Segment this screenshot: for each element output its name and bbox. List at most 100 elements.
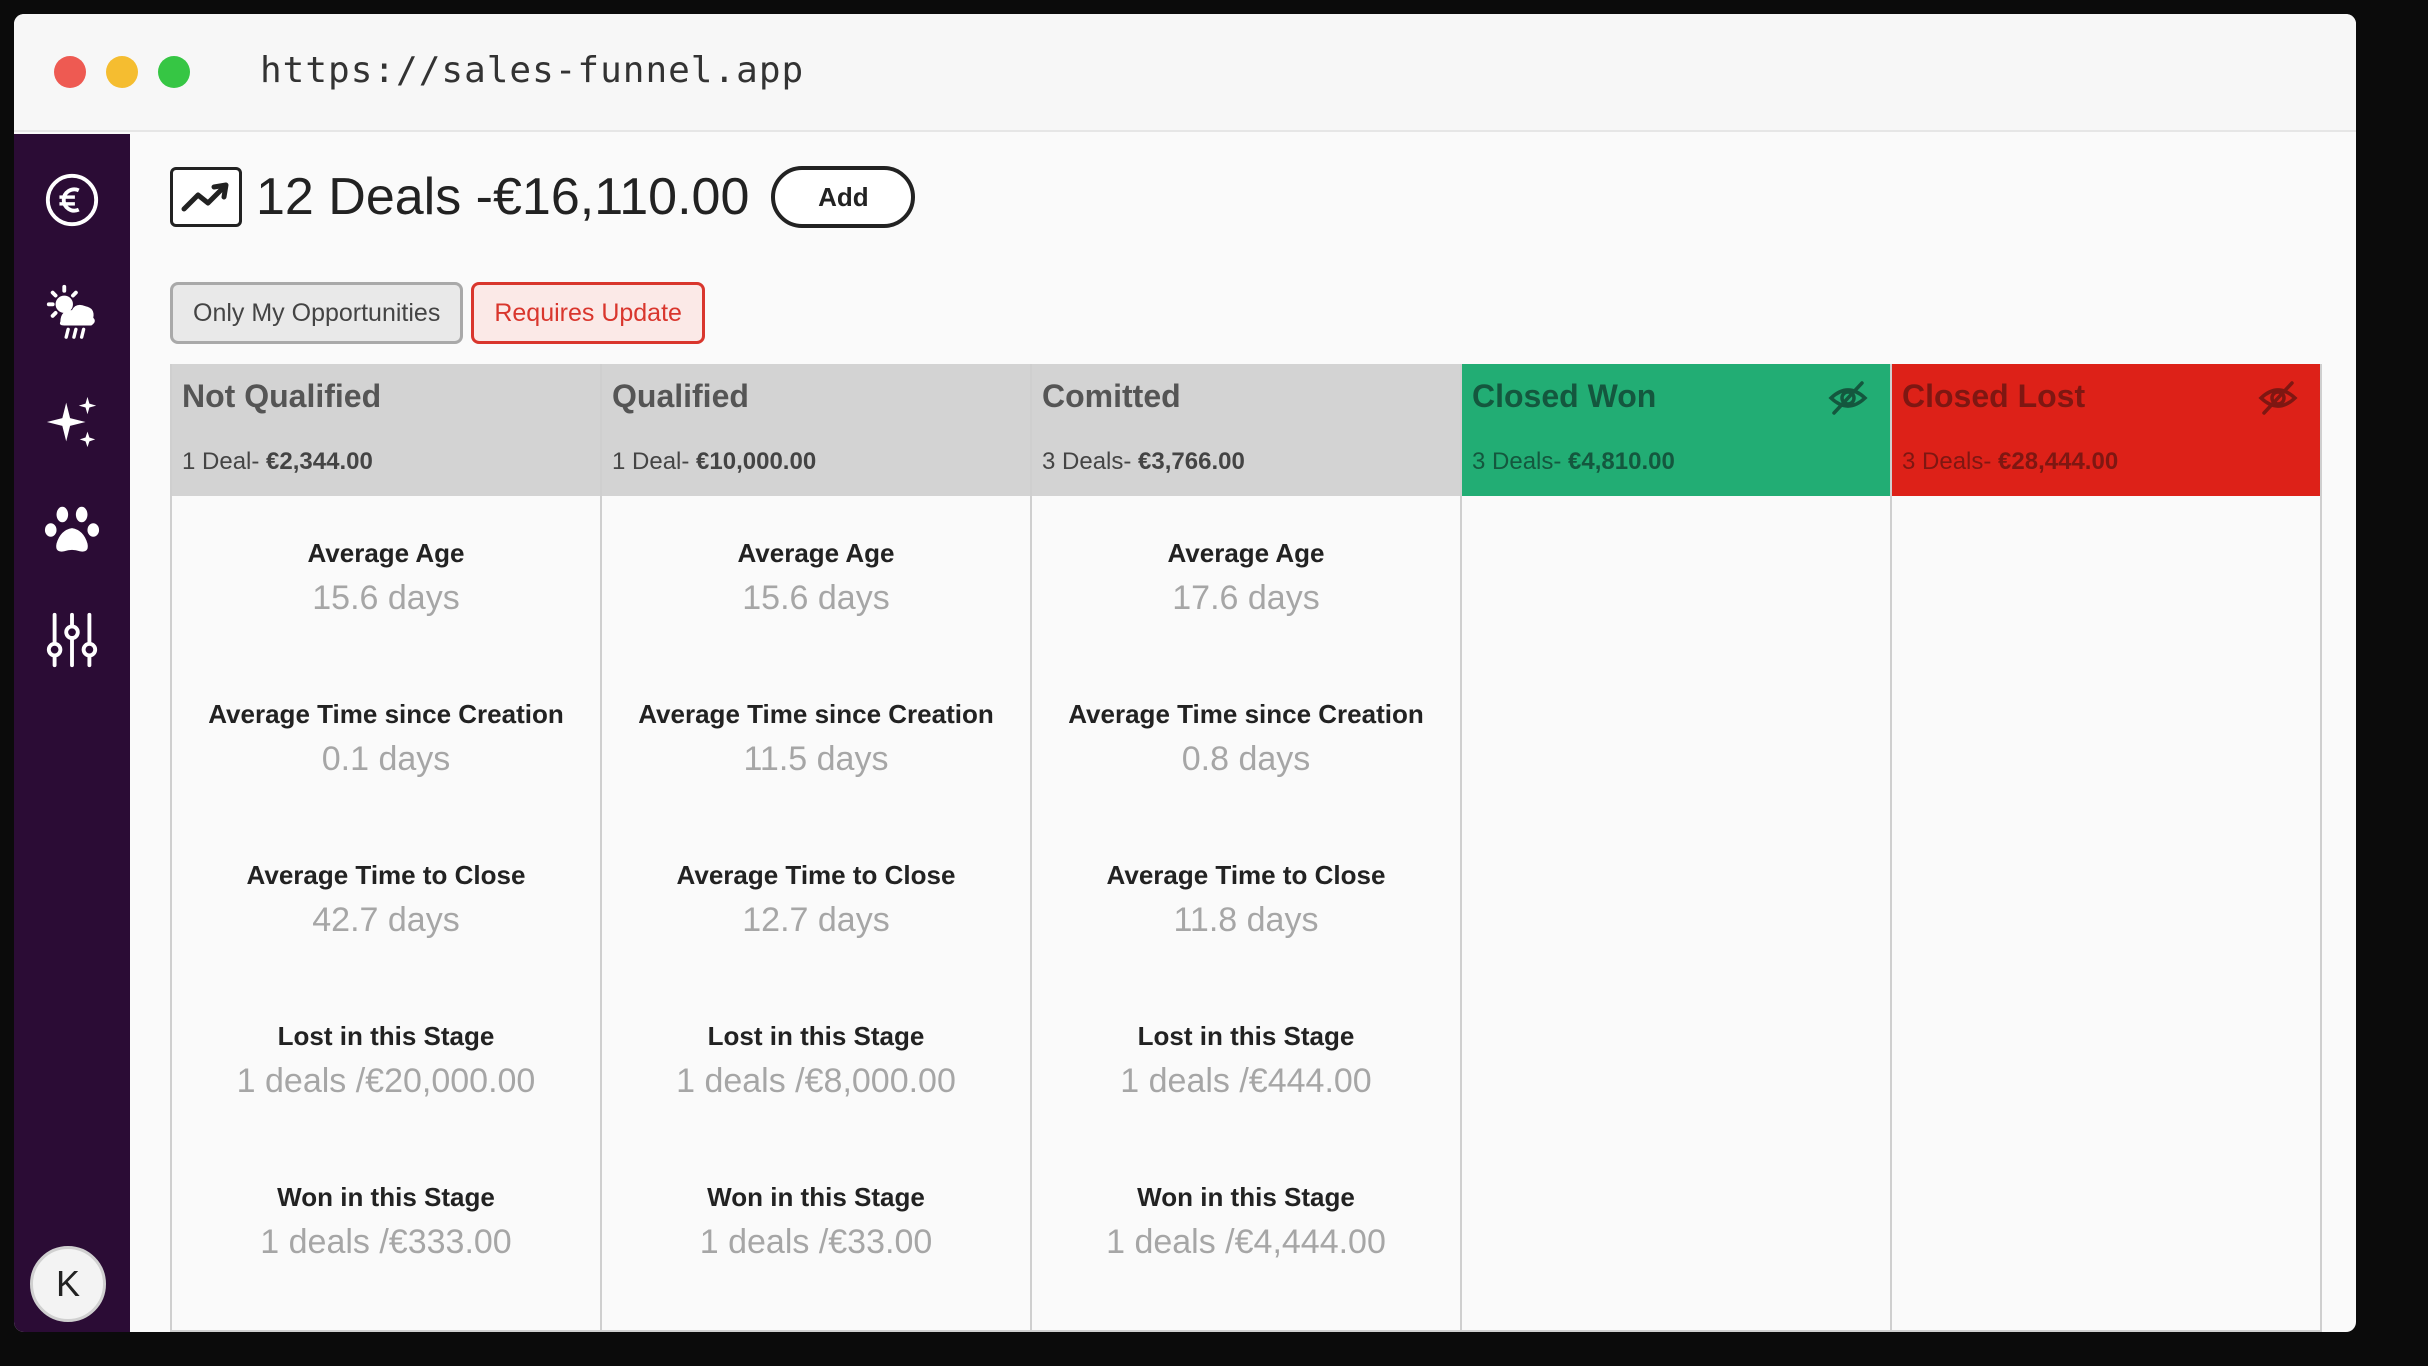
requires-update-filter[interactable]: Requires Update xyxy=(471,282,705,344)
column-border xyxy=(172,1330,600,1332)
stage-column-not-qualified: Not Qualified 1 Deal- €2,344.00 Average … xyxy=(172,364,602,1332)
stat-won-in-stage: Won in this Stage 1 deals /€333.00 xyxy=(172,1182,600,1262)
browser-titlebar: https://sales-funnel.app xyxy=(14,14,2356,132)
stat-average-time-to-close: Average Time to Close 11.8 days xyxy=(1032,860,1460,940)
stat-label: Lost in this Stage xyxy=(277,1021,495,1051)
stat-value: 11.8 days xyxy=(1173,901,1319,939)
stat-label: Average Time since Creation xyxy=(1068,699,1424,729)
sidebar-item-settings[interactable] xyxy=(42,610,102,670)
add-deal-button[interactable]: Add xyxy=(771,166,916,228)
stage-name: Closed Won xyxy=(1472,378,1657,414)
eye-off-icon[interactable] xyxy=(2258,380,2298,416)
stat-label: Average Age xyxy=(737,538,895,568)
stat-label: Won in this Stage xyxy=(1137,1182,1355,1212)
stat-average-age: Average Age 15.6 days xyxy=(602,538,1030,618)
stat-label: Average Time since Creation xyxy=(638,699,994,729)
stage-name: Qualified xyxy=(612,378,749,414)
sidebar: K xyxy=(14,134,130,1332)
stage-name: Comitted xyxy=(1042,378,1181,414)
stat-lost-in-stage: Lost in this Stage 1 deals /€444.00 xyxy=(1032,1021,1460,1101)
stage-amount: €10,000.00 xyxy=(696,448,817,475)
stat-label: Won in this Stage xyxy=(707,1182,925,1212)
stat-value: 1 deals /€333.00 xyxy=(260,1223,512,1261)
stage-amount: €2,344.00 xyxy=(266,448,373,475)
sliders-icon xyxy=(46,612,98,668)
stat-value: 42.7 days xyxy=(312,901,460,939)
stat-won-in-stage: Won in this Stage 1 deals /€33.00 xyxy=(602,1182,1030,1262)
column-border xyxy=(1892,1330,2320,1332)
sidebar-item-euro[interactable] xyxy=(42,170,102,230)
stage-summary: 3 Deals- €4,810.00 xyxy=(1472,448,1675,476)
address-bar[interactable]: https://sales-funnel.app xyxy=(260,50,804,91)
stage-count: 3 Deals- xyxy=(1902,448,1992,475)
page-header: 12 Deals -€16,110.00 Add xyxy=(170,166,916,228)
stat-value: 15.6 days xyxy=(312,579,460,617)
stat-value: 15.6 days xyxy=(742,579,890,617)
stat-label: Average Time to Close xyxy=(1106,860,1386,890)
stage-header[interactable]: Closed Won 3 Deals- €4,810.00 xyxy=(1462,364,1890,496)
stat-value: 11.5 days xyxy=(743,740,889,778)
stat-label: Average Time to Close xyxy=(246,860,526,890)
column-border xyxy=(1032,1330,1460,1332)
stat-value: 1 deals /€4,444.00 xyxy=(1106,1223,1386,1261)
stat-label: Average Age xyxy=(307,538,465,568)
filter-bar: Only My Opportunities Requires Update xyxy=(170,282,713,344)
stage-count: 3 Deals- xyxy=(1472,448,1562,475)
stat-lost-in-stage: Lost in this Stage 1 deals /€8,000.00 xyxy=(602,1021,1030,1101)
stage-amount: €4,810.00 xyxy=(1568,448,1675,475)
stat-label: Lost in this Stage xyxy=(1137,1021,1355,1051)
column-border xyxy=(1462,1330,1890,1332)
stage-summary: 3 Deals- €28,444.00 xyxy=(1902,448,2118,476)
trending-up-icon xyxy=(170,167,242,227)
stat-value: 17.6 days xyxy=(1172,579,1320,617)
stage-header[interactable]: Qualified 1 Deal- €10,000.00 xyxy=(602,364,1030,496)
stat-value: 0.8 days xyxy=(1181,740,1311,778)
minimize-window-button[interactable] xyxy=(106,56,138,88)
stat-average-time-since-creation: Average Time since Creation 11.5 days xyxy=(602,699,1030,779)
stat-value: 12.7 days xyxy=(742,901,890,939)
stage-summary: 1 Deal- €10,000.00 xyxy=(612,448,816,476)
stage-count: 3 Deals- xyxy=(1042,448,1132,475)
stage-column-comitted: Comitted 3 Deals- €3,766.00 Average Age … xyxy=(1032,364,1462,1332)
sidebar-item-pets[interactable] xyxy=(42,500,102,560)
avatar[interactable]: K xyxy=(30,1246,106,1322)
stat-won-in-stage: Won in this Stage 1 deals /€4,444.00 xyxy=(1032,1182,1460,1262)
maximize-window-button[interactable] xyxy=(158,56,190,88)
stage-column-qualified: Qualified 1 Deal- €10,000.00 Average Age… xyxy=(602,364,1032,1332)
stage-header[interactable]: Comitted 3 Deals- €3,766.00 xyxy=(1032,364,1460,496)
stat-value: 1 deals /€20,000.00 xyxy=(236,1062,536,1100)
stat-label: Average Time since Creation xyxy=(208,699,564,729)
stat-value: 1 deals /€444.00 xyxy=(1120,1062,1372,1100)
stat-value: 1 deals /€33.00 xyxy=(699,1223,933,1261)
stage-summary: 1 Deal- €2,344.00 xyxy=(182,448,373,476)
stage-column-closed-lost: Closed Lost 3 Deals- €28,444.00 xyxy=(1892,364,2322,1332)
stage-name: Not Qualified xyxy=(182,378,382,414)
stat-label: Lost in this Stage xyxy=(707,1021,925,1051)
stat-average-time-to-close: Average Time to Close 12.7 days xyxy=(602,860,1030,940)
close-window-button[interactable] xyxy=(54,56,86,88)
euro-icon xyxy=(45,173,99,227)
stage-amount: €3,766.00 xyxy=(1138,448,1245,475)
stat-label: Average Age xyxy=(1167,538,1325,568)
sidebar-item-insights[interactable] xyxy=(42,392,102,452)
paw-icon xyxy=(44,506,100,552)
stage-amount: €28,444.00 xyxy=(1998,448,2119,475)
stat-average-time-to-close: Average Time to Close 42.7 days xyxy=(172,860,600,940)
browser-window: https://sales-funnel.app K 12 Deals -€16… xyxy=(14,14,2356,1332)
stage-name: Closed Lost xyxy=(1902,378,2086,414)
only-my-opportunities-filter[interactable]: Only My Opportunities xyxy=(170,282,464,344)
stat-average-age: Average Age 15.6 days xyxy=(172,538,600,618)
stage-column-closed-won: Closed Won 3 Deals- €4,810.00 xyxy=(1462,364,1892,1332)
stat-average-time-since-creation: Average Time since Creation 0.8 days xyxy=(1032,699,1460,779)
sidebar-item-forecast[interactable] xyxy=(42,282,102,342)
pipeline-board: Not Qualified 1 Deal- €2,344.00 Average … xyxy=(170,364,2322,1332)
page-title: 12 Deals -€16,110.00 xyxy=(256,168,750,226)
stage-summary: 3 Deals- €3,766.00 xyxy=(1042,448,1245,476)
eye-off-icon[interactable] xyxy=(1828,380,1868,416)
stat-average-age: Average Age 17.6 days xyxy=(1032,538,1460,618)
stage-header[interactable]: Not Qualified 1 Deal- €2,344.00 xyxy=(172,364,600,496)
stage-header[interactable]: Closed Lost 3 Deals- €28,444.00 xyxy=(1892,364,2320,496)
stat-label: Won in this Stage xyxy=(277,1182,495,1212)
main-content: 12 Deals -€16,110.00 Add Only My Opportu… xyxy=(130,134,2356,1332)
stat-label: Average Time to Close xyxy=(676,860,956,890)
